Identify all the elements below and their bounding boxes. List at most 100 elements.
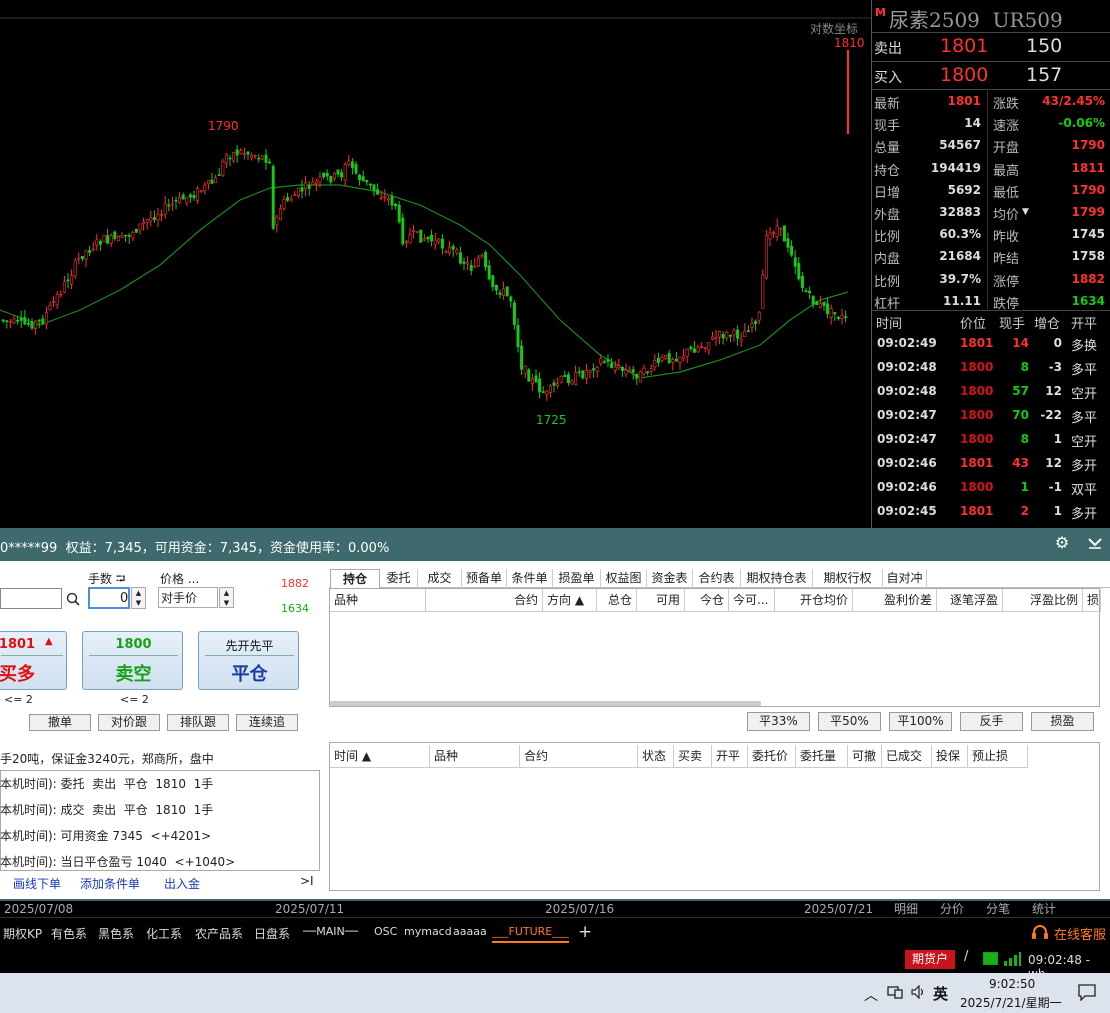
column-header[interactable]: 合约	[426, 589, 543, 611]
tab-7[interactable]: 资金表	[647, 569, 693, 588]
price-stepper[interactable]: ▲ ▼	[219, 587, 234, 608]
column-header[interactable]: 品种	[430, 745, 520, 767]
log-scale-label[interactable]: 对数坐标	[810, 20, 858, 37]
candle-body	[494, 284, 498, 291]
bid-price: 1800	[940, 64, 989, 86]
column-header[interactable]: 今仓	[685, 589, 729, 611]
tab-10[interactable]: 期权行权	[813, 569, 883, 588]
ime-indicator[interactable]: 英	[933, 983, 948, 1004]
column-header[interactable]: 总仓	[597, 589, 637, 611]
dropdown-icon[interactable]: ▼	[1022, 207, 1029, 217]
collapse-icon[interactable]	[1086, 533, 1104, 551]
search-icon[interactable]	[66, 592, 80, 606]
continuous-chase-button[interactable]: 连续追	[236, 714, 298, 731]
tab-8[interactable]: 合约表	[693, 569, 741, 588]
add-tab-icon[interactable]: +	[578, 922, 592, 942]
queue-follow-button[interactable]: 排队跟	[167, 714, 229, 731]
tab-3[interactable]: 预备单	[462, 569, 507, 588]
column-header[interactable]: 方向 ▲	[543, 589, 597, 611]
column-header[interactable]: 委托价	[748, 745, 796, 767]
clock-date[interactable]: 2025/7/21/星期一	[960, 994, 1062, 1011]
tab-9[interactable]: 期权持仓表	[741, 569, 813, 588]
position-action-button[interactable]: 平100%	[889, 712, 952, 731]
position-action-button[interactable]: 损盈	[1031, 712, 1094, 731]
add-condition-order-link[interactable]: 添加条件单	[80, 875, 140, 892]
workspace-tab[interactable]: mymacd	[404, 925, 452, 938]
buy-long-button[interactable]: 1801 ▲ 买多	[0, 631, 67, 690]
price-type-select[interactable]: 对手价	[158, 587, 218, 608]
column-header[interactable]: 品种	[330, 589, 426, 611]
column-header[interactable]: 委托量	[796, 745, 848, 767]
deposit-withdraw-link[interactable]: 出入金	[164, 875, 200, 892]
sell-short-button[interactable]: 1800 卖空	[82, 631, 183, 690]
column-header[interactable]: 时间 ▲	[330, 745, 430, 767]
column-header[interactable]: 盈利价差	[853, 589, 937, 611]
candle-body	[599, 358, 603, 364]
column-header[interactable]: 合约	[520, 745, 638, 767]
candle-body	[433, 239, 437, 245]
tab-5[interactable]: 损盈单	[553, 569, 601, 588]
column-header[interactable]: 可用	[637, 589, 685, 611]
volume-icon[interactable]	[911, 984, 927, 1000]
kline-chart[interactable]: 对数坐标 1810 1790 1725	[0, 0, 871, 528]
tick-time: 09:02:49	[877, 336, 937, 350]
tab-0[interactable]: 持仓	[330, 569, 380, 588]
tab-4[interactable]: 条件单	[507, 569, 553, 588]
tab-11[interactable]: 自对冲	[883, 569, 927, 588]
contract-input[interactable]	[0, 588, 62, 609]
cancel-order-button[interactable]: 撤单	[29, 714, 91, 731]
workspace-tab[interactable]: OSC	[374, 925, 397, 938]
candle-body	[707, 341, 711, 351]
tick-header-price: 价位	[960, 317, 987, 332]
position-action-button[interactable]: 平50%	[818, 712, 881, 731]
tab-6[interactable]: 权益图	[601, 569, 647, 588]
column-header[interactable]: 投保	[932, 745, 968, 767]
workspace-tab[interactable]: 日盘系	[254, 925, 290, 942]
chevron-up-icon[interactable]: ︿	[864, 985, 878, 1005]
tab-ticks[interactable]: 分笔	[986, 900, 1010, 917]
column-header[interactable]: 状态	[638, 745, 674, 767]
online-support-link[interactable]: 在线客服	[1054, 924, 1106, 943]
tab-price-distribution[interactable]: 分价	[940, 900, 964, 917]
workspace-tab[interactable]: 期权KP	[3, 925, 42, 942]
column-header[interactable]: 开平	[712, 745, 748, 767]
tab-statistics[interactable]: 统计	[1032, 900, 1056, 917]
position-action-button[interactable]: 平33%	[747, 712, 810, 731]
column-header[interactable]: 预止损	[968, 745, 1028, 767]
tab-1[interactable]: 委托	[380, 569, 418, 588]
column-header[interactable]: 开仓均价	[775, 589, 853, 611]
workspace-tab[interactable]: ___FUTURE___	[492, 925, 569, 943]
column-header[interactable]: 浮盈比例	[1003, 589, 1083, 611]
horizontal-scrollbar[interactable]	[330, 701, 761, 706]
tab-detail[interactable]: 明细	[894, 900, 918, 917]
workspace-tab[interactable]: 有色系	[51, 925, 87, 942]
column-header[interactable]: 今可...	[729, 589, 775, 611]
settings-icon[interactable]: ⚙	[1054, 535, 1070, 551]
quantity-input[interactable]: 0	[88, 587, 130, 609]
candle-body	[484, 252, 488, 268]
contract-info-text: 手20吨，保证金3240元，郑商所，盘中	[0, 752, 214, 766]
position-action-button[interactable]: 反手	[960, 712, 1023, 731]
workspace-tab[interactable]: ──MAIN──	[303, 925, 358, 938]
tick-price: 1800	[960, 432, 994, 446]
column-header[interactable]: 可撤	[848, 745, 882, 767]
workspace-tab[interactable]: 农产品系	[195, 925, 243, 942]
quantity-stepper[interactable]: ▲ ▼	[131, 587, 146, 609]
column-header[interactable]: 买卖	[674, 745, 712, 767]
column-header[interactable]: 已成交	[882, 745, 932, 767]
counter-price-follow-button[interactable]: 对价跟	[98, 714, 160, 731]
workspace-tab[interactable]: aaaaa	[453, 925, 487, 938]
expand-icon[interactable]: >I	[300, 874, 314, 888]
tab-2[interactable]: 成交	[418, 569, 462, 588]
workspace-tab[interactable]: 化工系	[146, 925, 182, 942]
column-header[interactable]: 损	[1083, 589, 1101, 611]
clock-time[interactable]: 9:02:50	[989, 977, 1035, 991]
notification-icon[interactable]	[1078, 984, 1096, 1002]
draw-line-order-link[interactable]: 画线下单	[13, 875, 61, 892]
close-position-button[interactable]: 先开先平 平仓	[198, 631, 299, 690]
headset-icon[interactable]	[1031, 924, 1049, 940]
network-icon[interactable]	[887, 985, 903, 999]
workspace-tab[interactable]: 黑色系	[98, 925, 134, 942]
column-header[interactable]: 逐笔浮盈	[937, 589, 1003, 611]
account-type-badge[interactable]: 期货户	[905, 950, 955, 969]
